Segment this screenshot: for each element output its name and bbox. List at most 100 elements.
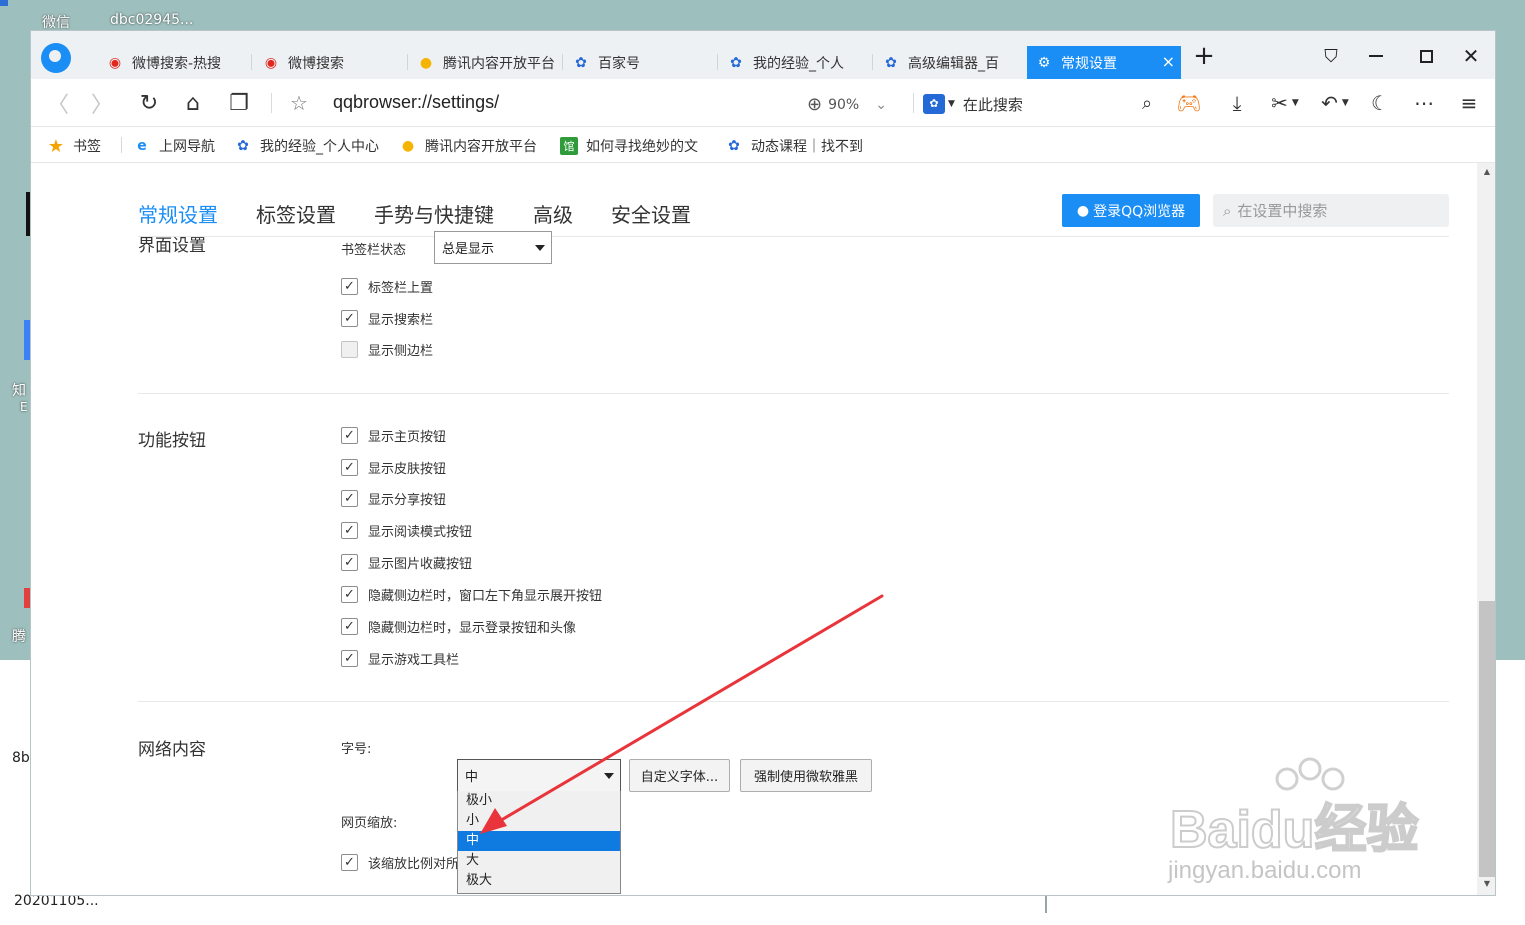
zoom-level: 90% [828,96,860,113]
font-size-select[interactable]: 中 [457,759,621,792]
checkbox-row[interactable]: ✓ 显示皮肤按钮 [341,458,446,477]
desktop-icon-wechat[interactable]: 微信 [42,12,70,32]
baidu-paw-icon: ✿ [575,54,587,71]
undo-icon[interactable]: ↶ ▼ [1315,88,1355,118]
maximize-button[interactable] [1411,41,1441,71]
checkbox-row[interactable]: ✓ 显示主页按钮 [341,426,446,445]
night-mode-moon-icon[interactable]: ☾ [1367,88,1393,118]
qq-browser-logo-icon[interactable] [41,43,71,73]
desktop-icon-zhi[interactable]: 知 [12,380,26,400]
desktop-icon-8b[interactable]: 8b [12,750,30,766]
checkbox-row[interactable]: ✓ 标签栏上置 [341,277,433,296]
bookmark-item[interactable]: ● 腾讯内容开放平台 [399,136,537,156]
tab-baijiahao[interactable]: ✿ 百家号 [564,46,718,79]
desktop-icon-file[interactable]: dbc02945... [110,12,193,28]
menu-hamburger-icon[interactable]: ≡ [1455,88,1483,118]
bookmark-item[interactable]: ★ 书签 [47,136,101,156]
desktop-icon-teng[interactable]: 腾 [12,626,26,646]
checkbox-checked-icon[interactable]: ✓ [341,310,358,327]
section-title-buttons: 功能按钮 [138,431,206,451]
checkbox-row[interactable]: ✓ 显示分享按钮 [341,489,446,508]
address-bar[interactable]: qqbrowser://settings/ [333,92,499,113]
dropdown-option[interactable]: 大 [458,851,620,871]
bookmark-item[interactable]: e 上网导航 [133,136,215,156]
checkbox-checked-icon[interactable]: ✓ [341,278,358,295]
vertical-scrollbar[interactable]: ▲ ▼ [1477,163,1495,895]
search-icon[interactable]: ⌕ [1135,88,1159,118]
toolbar-search-box[interactable]: ✿ ▼ 在此搜索 [923,91,1163,117]
screenshot-scissors-icon[interactable]: ✂ ▼ [1265,88,1305,118]
settings-tab-tabs[interactable]: 标签设置 [256,199,336,228]
checkbox-checked-icon[interactable]: ✓ [341,459,358,476]
settings-search-input[interactable]: ⌕ 在设置中搜索 [1213,194,1449,227]
toolbar-search-placeholder[interactable]: 在此搜索 [963,94,1023,115]
dropdown-option[interactable]: 极大 [458,871,620,891]
baidu-paw-icon[interactable]: ✿ [923,94,945,114]
gamepad-icon[interactable]: 🎮︎ [1175,88,1203,118]
login-qq-browser-button[interactable]: ● 登录QQ浏览器 [1062,194,1200,227]
desktop-cursor-line [1045,895,1047,913]
caret-down-icon[interactable]: ▼ [948,99,955,109]
checkbox-row[interactable]: ✓ 隐藏侧边栏时，显示登录按钮和头像 [341,617,576,636]
bookmark-item[interactable]: 馆 如何寻找绝妙的文 [560,136,708,156]
checkbox-row[interactable]: ✓ 显示搜索栏 [341,309,433,328]
tab-weibo-search[interactable]: ◉ 微博搜索 [254,46,408,79]
forward-icon[interactable]: 〉 [91,88,113,118]
section-divider [138,393,1449,394]
desktop-icon-e[interactable]: E [20,400,28,414]
checkbox-checked-icon[interactable]: ✓ [341,854,358,871]
custom-font-button[interactable]: 自定义字体... [629,759,730,792]
dropdown-option[interactable]: 小 [458,811,620,831]
checkbox-row[interactable]: ✓ 显示图片收藏按钮 [341,553,472,572]
select-value: 总是显示 [442,242,495,257]
scrollbar-thumb[interactable] [1479,601,1495,877]
checkbox-checked-icon[interactable]: ✓ [341,554,358,571]
bookmark-item[interactable]: ✿ 动态课程｜找不到 [725,136,873,156]
skin-shirt-icon[interactable]: ⛉ [1316,41,1346,71]
checkbox-row[interactable]: 显示侧边栏 [341,340,433,359]
dropdown-option-selected[interactable]: 中 [458,831,620,851]
scroll-down-arrow-icon[interactable]: ▼ [1477,879,1495,893]
checkbox-checked-icon[interactable]: ✓ [341,522,358,539]
more-dots-icon[interactable]: ⋯ [1409,88,1439,118]
settings-search-placeholder: 在设置中搜索 [1237,202,1328,220]
checkbox-checked-icon[interactable]: ✓ [341,586,358,603]
download-icon[interactable]: ⤓ [1223,88,1251,118]
bookmark-label: 我的经验_个人中心 [260,139,379,155]
checkbox-row[interactable]: ✓ 显示游戏工具栏 [341,649,459,668]
checkbox-row[interactable]: ✓ 隐藏侧边栏时，窗口左下角显示展开按钮 [341,585,602,604]
back-icon[interactable]: 〈 [47,88,69,118]
refresh-icon[interactable]: ↻ [135,88,163,118]
dropdown-option[interactable]: 极小 [458,791,620,811]
checkbox-checked-icon[interactable]: ✓ [341,618,358,635]
tab-advanced-editor[interactable]: ✿ 高级编辑器_百 [874,46,1026,79]
home-icon[interactable]: ⌂ [179,88,207,118]
checkbox-checked-icon[interactable]: ✓ [341,650,358,667]
baidu-paw-icon: ✿ [730,54,742,71]
settings-tab-security[interactable]: 安全设置 [611,199,691,228]
reader-book-icon[interactable]: ❐ [225,88,253,118]
tab-tencent-platform[interactable]: ● 腾讯内容开放平台 [409,46,563,79]
tab-my-experience[interactable]: ✿ 我的经验_个人 [719,46,873,79]
close-window-button[interactable]: ✕ [1456,41,1486,71]
settings-tab-general[interactable]: 常规设置 [138,199,218,228]
watermark-url: jingyan.baidu.com [1168,857,1362,884]
bookmark-star-icon[interactable]: ☆ [287,88,311,118]
checkbox-unchecked-icon[interactable] [341,341,358,358]
settings-tab-advanced[interactable]: 高级 [533,199,573,228]
bookmark-bar-state-select[interactable]: 总是显示 [434,231,552,264]
new-tab-button[interactable]: + [1189,41,1219,71]
force-yahei-button[interactable]: 强制使用微软雅黑 [740,759,872,792]
minimize-button[interactable] [1361,41,1391,71]
bookmark-item[interactable]: ✿ 我的经验_个人中心 [234,136,382,156]
checkbox-checked-icon[interactable]: ✓ [341,427,358,444]
zoom-control[interactable]: ⊕ 90% ⌄ [807,94,887,115]
checkbox-checked-icon[interactable]: ✓ [341,490,358,507]
scroll-up-arrow-icon[interactable]: ▲ [1477,167,1495,181]
tab-close-icon[interactable]: × [1162,52,1175,71]
tab-weibo-hot[interactable]: ◉ 微博搜索-热搜 [98,46,252,79]
checkbox-row[interactable]: ✓ 显示阅读模式按钮 [341,521,472,540]
tab-general-settings[interactable]: ⚙ 常规设置 × [1027,46,1181,79]
checkbox-row[interactable]: ✓ 该缩放比例对所 [341,853,459,872]
settings-tab-gestures[interactable]: 手势与快捷键 [374,199,494,228]
